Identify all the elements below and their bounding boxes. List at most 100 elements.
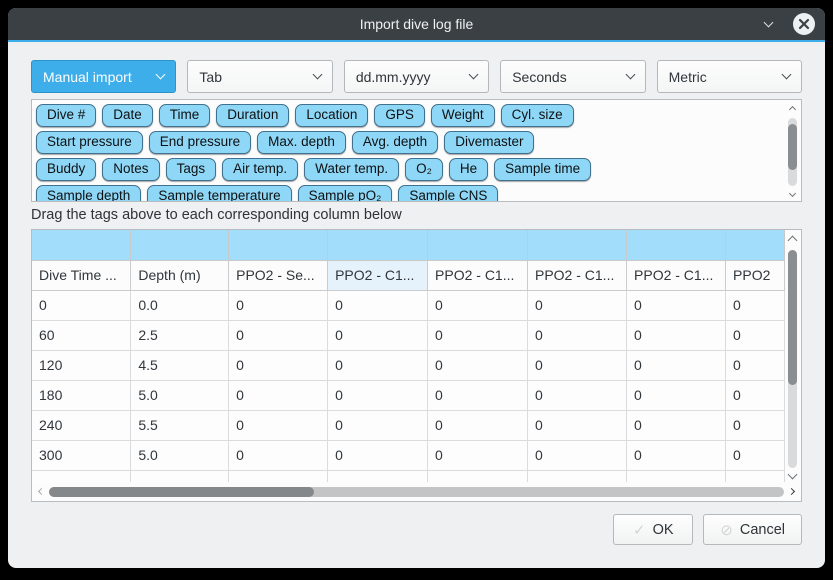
tag-water-temp[interactable]: Water temp. <box>304 158 399 181</box>
table-row: 1204.5000000 <box>32 350 785 380</box>
table-cell: 0 <box>726 320 785 350</box>
tag-notes[interactable]: Notes <box>102 158 159 181</box>
table-vscroll-thumb[interactable] <box>788 250 797 385</box>
import-options-toolbar: Manual import Tab dd.mm.yyyy Seconds Met… <box>31 60 802 93</box>
duration-format-select[interactable]: Seconds <box>500 60 645 93</box>
tag-o[interactable]: O₂ <box>405 158 443 181</box>
table-horizontal-scrollbar[interactable] <box>34 484 799 499</box>
column-drop-target[interactable] <box>229 230 328 260</box>
table-cell: 180 <box>32 380 131 410</box>
table-cell: 60 <box>32 320 131 350</box>
tag-gps[interactable]: GPS <box>374 104 425 127</box>
cancel-button[interactable]: ⊘ Cancel <box>703 514 802 545</box>
tag-air-temp[interactable]: Air temp. <box>222 158 298 181</box>
chevron-left-icon[interactable] <box>34 490 49 494</box>
tag-sample-depth[interactable]: Sample depth <box>36 185 141 202</box>
column-header-ppo2-c1[interactable]: PPO2 - C1... <box>527 260 626 290</box>
column-header-ppo2[interactable]: PPO2 <box>726 260 785 290</box>
tag-pool-scrollbar[interactable] <box>785 101 800 200</box>
tag-duration[interactable]: Duration <box>216 104 289 127</box>
ok-button-label: OK <box>653 522 674 538</box>
chevron-down-icon[interactable] <box>790 188 795 200</box>
tag-time[interactable]: Time <box>159 104 211 127</box>
column-drop-target[interactable] <box>726 230 785 260</box>
tag-sample-temperature[interactable]: Sample temperature <box>147 185 291 202</box>
date-format-select[interactable]: dd.mm.yyyy <box>344 60 489 93</box>
table-cell: 0 <box>428 350 528 380</box>
chevron-right-icon[interactable] <box>784 490 799 494</box>
table-cell: 0 <box>527 350 626 380</box>
tag-buddy[interactable]: Buddy <box>36 158 96 181</box>
table-cell: 5.0 <box>131 380 229 410</box>
tag-date[interactable]: Date <box>102 104 153 127</box>
table-hscroll-thumb[interactable] <box>49 487 314 497</box>
close-icon[interactable] <box>793 13 815 35</box>
column-drop-target[interactable] <box>32 230 131 260</box>
cancel-icon: ⊘ <box>720 521 733 539</box>
tag-rows: Dive # Date TimeDuration Location GPS Weight C… <box>32 100 801 202</box>
column-header-ppo2-c1[interactable]: PPO2 - C1... <box>328 260 428 290</box>
tag-weight[interactable]: Weight <box>431 104 495 127</box>
table-cell: 0 <box>527 290 626 320</box>
tag-end-pressure[interactable]: End pressure <box>149 131 251 154</box>
column-header-dive-time[interactable]: Dive Time ... <box>32 260 131 290</box>
titlebar[interactable]: Import dive log file <box>8 8 825 42</box>
table-cell: 0 <box>229 380 328 410</box>
column-drop-target[interactable] <box>328 230 428 260</box>
chevron-down-icon <box>312 70 322 80</box>
import-source-select[interactable]: Manual import <box>31 60 176 93</box>
chevron-down-icon[interactable] <box>759 17 777 31</box>
tag-scroll-thumb[interactable] <box>788 124 797 170</box>
column-header-ppo2-c1[interactable]: PPO2 - C1... <box>627 260 726 290</box>
chevron-down-icon <box>625 70 635 80</box>
tag-tags[interactable]: Tags <box>166 158 217 181</box>
tag-sample-po[interactable]: Sample pO₂ <box>298 185 393 202</box>
table-cell: 0 <box>726 290 785 320</box>
column-drop-target[interactable] <box>428 230 528 260</box>
tag-he[interactable]: He <box>449 158 488 181</box>
field-separator-select[interactable]: Tab <box>187 60 332 93</box>
table-cell: 0 <box>328 320 428 350</box>
column-header-ppo2-se[interactable]: PPO2 - Se... <box>229 260 328 290</box>
tag-avg-depth[interactable]: Avg. depth <box>352 131 438 154</box>
column-header-ppo2-c1[interactable]: PPO2 - C1... <box>428 260 528 290</box>
table-cell: 0 <box>428 290 528 320</box>
tag-sample-cns[interactable]: Sample CNS <box>398 185 498 202</box>
cancel-button-label: Cancel <box>740 522 785 538</box>
table-cell: 5.0 <box>131 440 229 470</box>
table-cell: 0 <box>229 440 328 470</box>
tag-dive[interactable]: Dive # <box>36 104 96 127</box>
table-vertical-scrollbar[interactable] <box>785 231 800 482</box>
ok-button[interactable]: ✓ OK <box>613 514 693 545</box>
table-cell: 0 <box>726 440 785 470</box>
tag-divemaster[interactable]: Divemaster <box>444 131 534 154</box>
table-cell: 240 <box>32 410 131 440</box>
units-select[interactable]: Metric <box>657 60 802 93</box>
table-vscroll-track[interactable] <box>788 250 797 468</box>
chevron-down-icon <box>469 70 479 80</box>
column-drop-target[interactable] <box>131 230 229 260</box>
chevron-up-icon[interactable] <box>789 231 796 248</box>
tag-max-depth[interactable]: Max. depth <box>257 131 346 154</box>
chevron-down-icon[interactable] <box>789 470 796 482</box>
column-drop-target[interactable] <box>527 230 626 260</box>
column-drop-target[interactable] <box>627 230 726 260</box>
tag-cyl-size[interactable]: Cyl. size <box>501 104 574 127</box>
tag-sample-time[interactable]: Sample time <box>494 158 591 181</box>
units-value: Metric <box>669 69 783 85</box>
tag-scroll-track[interactable] <box>788 118 797 186</box>
import-preview-table: Dive Time ...Depth (m)PPO2 - Se...PPO2 -… <box>31 229 802 502</box>
check-icon: ✓ <box>633 521 646 539</box>
table-hscroll-track[interactable] <box>49 487 784 497</box>
table-cell: 300 <box>32 440 131 470</box>
chevron-up-icon[interactable] <box>790 101 795 116</box>
table-cell: 0 <box>527 440 626 470</box>
table-cell: 0.0 <box>131 290 229 320</box>
tag-start-pressure[interactable]: Start pressure <box>36 131 143 154</box>
table-row: 1805.0000000 <box>32 380 785 410</box>
table-cell: 0 <box>627 290 726 320</box>
tag-location[interactable]: Location <box>295 104 368 127</box>
window-title: Import dive log file <box>8 16 825 32</box>
column-header-depth-m[interactable]: Depth (m) <box>131 260 229 290</box>
dialog-button-row: ✓ OK ⊘ Cancel <box>31 514 802 545</box>
